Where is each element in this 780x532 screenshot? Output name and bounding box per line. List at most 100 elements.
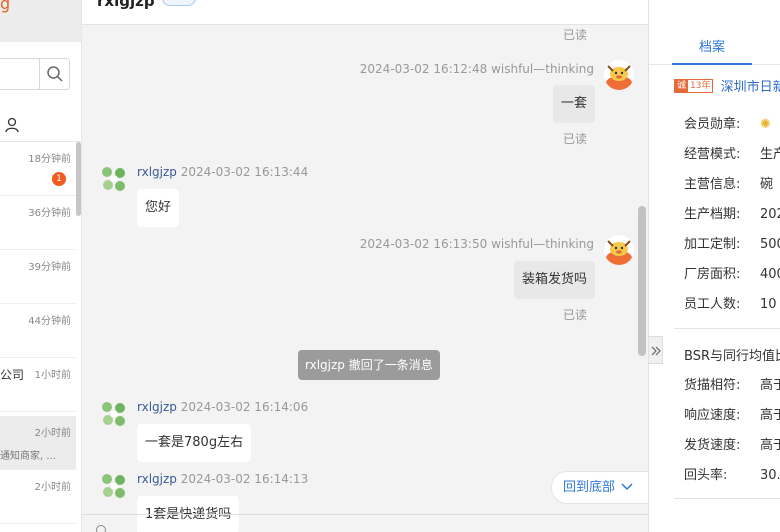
message-sender: rxlgjzp bbox=[137, 165, 177, 179]
row-label: 响应速度: bbox=[684, 408, 741, 423]
row-label: 生产档期: bbox=[684, 207, 741, 222]
scroll-to-bottom-button[interactable]: 回到底部 bbox=[551, 471, 648, 504]
row-value: 400 bbox=[760, 267, 780, 282]
conversation-list-panel: g 18分钟前 1 36分钟前 39分钟前 44分钟前 公司 1小时前 2小时前… bbox=[0, 0, 82, 532]
profile-row: 员工人数: 10 bbox=[684, 293, 777, 312]
search-icon[interactable] bbox=[46, 65, 64, 83]
profile-row: 加工定制: 500 bbox=[684, 233, 780, 252]
profile-panel: 档案 诚13年 深圳市日新 会员勋章: ✺ 经营模式: 生产 主营信息: 碗 生产档期… bbox=[648, 0, 780, 532]
conversation-name: 公司 bbox=[0, 368, 25, 382]
conversation-preview: 通知商家, ... bbox=[0, 451, 56, 462]
filter-bar bbox=[0, 110, 81, 142]
conversation-item[interactable]: 39分钟前 bbox=[0, 250, 76, 304]
row-value: 30. bbox=[760, 468, 780, 483]
row-value: 生产 bbox=[760, 147, 780, 162]
profile-row: 厂房面积: 400 bbox=[684, 263, 780, 282]
app-title: g bbox=[0, 0, 11, 13]
chat-panel: rxlgjzp 已读 2024-03-02 16:12:48 wishful—t… bbox=[82, 0, 648, 532]
conversation-time: 39分钟前 bbox=[28, 262, 71, 273]
chat-header: rxlgjzp bbox=[82, 0, 648, 25]
message-meta: 2024-03-02 16:12:48 wishful—thinking bbox=[360, 62, 594, 76]
conversation-time: 36分钟前 bbox=[28, 208, 71, 219]
section-divider bbox=[674, 328, 780, 329]
chat-contact-name: rxlgjzp bbox=[97, 0, 155, 10]
row-label: 发货速度: bbox=[684, 438, 741, 453]
conversation-item[interactable]: 44分钟前 bbox=[0, 304, 76, 358]
double-chevron-right-icon bbox=[651, 346, 661, 356]
message-time: 2024-03-02 16:13:50 bbox=[359, 237, 488, 251]
my-avatar-icon[interactable] bbox=[604, 60, 634, 90]
conversation-item-selected[interactable]: 2小时前 通知商家, ... bbox=[0, 416, 76, 470]
message-bubble[interactable]: 装箱发货吗 bbox=[513, 261, 595, 299]
years-badge: 诚 13年 bbox=[674, 78, 714, 93]
search-separator bbox=[39, 59, 40, 89]
row-label: 厂房面积: bbox=[684, 267, 741, 282]
message-bubble[interactable]: 一套是780g左右 bbox=[137, 424, 252, 462]
conversation-item[interactable]: 公司 1小时前 bbox=[0, 358, 76, 412]
recall-notice: rxlgjzp 撤回了一条消息 bbox=[298, 350, 440, 380]
bsr-section-title: BSR与同行均值比 bbox=[684, 349, 780, 364]
row-label: 加工定制: bbox=[684, 237, 741, 252]
collapse-panel-button[interactable] bbox=[649, 336, 663, 364]
my-avatar-icon[interactable] bbox=[604, 235, 634, 265]
contacts-icon[interactable] bbox=[4, 117, 20, 133]
row-value: 高于 bbox=[760, 408, 780, 423]
profile-row: 生产档期: 202 bbox=[684, 203, 780, 222]
input-area-divider bbox=[82, 514, 648, 515]
tab-profile[interactable]: 档案 bbox=[672, 36, 752, 55]
message-sender: wishful—thinking bbox=[491, 237, 594, 251]
profile-tabs: 档案 bbox=[649, 24, 780, 65]
message-time: 2024-03-02 16:14:06 bbox=[180, 400, 309, 414]
row-value: 碗 bbox=[760, 177, 774, 192]
conversation-time: 44分钟前 bbox=[28, 316, 71, 327]
row-label: 经营模式: bbox=[684, 147, 741, 162]
contact-avatar-icon[interactable] bbox=[99, 399, 129, 429]
message-bubble[interactable]: 您好 bbox=[137, 189, 180, 227]
bsr-row: 发货速度: 高于 bbox=[684, 434, 780, 453]
conversation-time: 2小时前 bbox=[34, 482, 71, 493]
profile-row: 经营模式: 生产 bbox=[684, 143, 780, 162]
conversation-item[interactable]: 36分钟前 bbox=[0, 196, 76, 250]
message-meta: 2024-03-02 16:13:50 wishful—thinking bbox=[360, 237, 594, 251]
conversation-time: 2小时前 bbox=[34, 428, 71, 439]
contact-tag bbox=[162, 0, 196, 6]
message-sender: rxlgjzp bbox=[137, 472, 177, 486]
row-label: 会员勋章: bbox=[684, 117, 741, 132]
row-label: 员工人数: bbox=[684, 297, 741, 312]
bsr-row: 货描相符: 高于 bbox=[684, 374, 780, 393]
conversation-item[interactable]: 2小时前 bbox=[0, 470, 76, 524]
company-name-link[interactable]: 深圳市日新 bbox=[721, 76, 780, 95]
conversation-item[interactable]: 18分钟前 1 bbox=[0, 142, 76, 196]
conversation-list-scrollbar[interactable] bbox=[76, 142, 81, 216]
conversation-time: 1小时前 bbox=[34, 370, 71, 381]
contact-avatar-icon[interactable] bbox=[99, 164, 129, 194]
read-status: 已读 bbox=[562, 308, 587, 322]
message-bubble[interactable]: 一套 bbox=[552, 85, 595, 123]
contact-avatar-icon[interactable] bbox=[99, 471, 129, 501]
message-time: 2024-03-02 16:14:13 bbox=[180, 472, 309, 486]
row-value: 高于 bbox=[760, 438, 780, 453]
profile-row: 会员勋章: ✺ bbox=[684, 113, 771, 132]
message-time: 2024-03-02 16:13:44 bbox=[180, 165, 309, 179]
row-label: 货描相符: bbox=[684, 378, 741, 393]
message-meta: rxlgjzp 2024-03-02 16:13:44 bbox=[137, 165, 308, 179]
chat-scrollbar[interactable] bbox=[638, 206, 646, 356]
bsr-row: 回头率: 30. bbox=[684, 464, 780, 483]
message-sender: rxlgjzp bbox=[137, 400, 177, 414]
row-label: 主营信息: bbox=[684, 177, 741, 192]
message-time: 2024-03-02 16:12:48 bbox=[359, 62, 488, 76]
row-value: 高于 bbox=[760, 378, 780, 393]
unread-badge: 1 bbox=[52, 172, 66, 186]
message-meta: rxlgjzp 2024-03-02 16:14:06 bbox=[137, 400, 308, 414]
scroll-to-bottom-label: 回到底部 bbox=[563, 480, 616, 495]
row-value: 202 bbox=[760, 207, 780, 222]
company-header: 诚 13年 深圳市日新 bbox=[674, 76, 780, 98]
medal-icon: ✺ bbox=[760, 117, 771, 132]
read-status: 已读 bbox=[562, 132, 587, 146]
profile-row: 主营信息: 碗 bbox=[684, 173, 773, 192]
app-header: g bbox=[0, 0, 81, 42]
chevron-down-icon bbox=[621, 483, 633, 491]
row-value: 500 bbox=[760, 237, 780, 252]
search-box[interactable] bbox=[0, 58, 70, 90]
emoji-icon[interactable] bbox=[96, 525, 106, 532]
